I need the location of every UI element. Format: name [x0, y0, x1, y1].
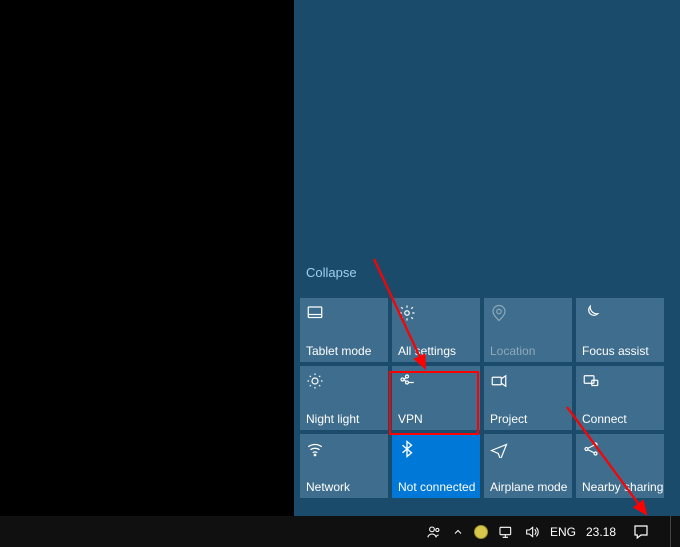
tile-label: Airplane mode — [490, 480, 566, 494]
moon-icon — [582, 304, 600, 322]
tile-connect[interactable]: Connect — [576, 366, 664, 430]
tile-label: Focus assist — [582, 344, 658, 358]
tile-all-settings[interactable]: All settings — [392, 298, 480, 362]
volume-tray-icon[interactable] — [524, 524, 540, 540]
share-icon — [582, 440, 600, 458]
connect-icon — [582, 372, 600, 390]
action-center-panel: Collapse Tablet mode All settings Location… — [294, 0, 680, 516]
tile-label: Project — [490, 412, 566, 426]
tray-status-icon[interactable] — [474, 525, 488, 539]
action-center-button[interactable] — [626, 523, 656, 541]
network-tray-icon[interactable] — [498, 524, 514, 540]
show-desktop-button[interactable] — [670, 516, 676, 547]
tile-label: Tablet mode — [306, 344, 382, 358]
collapse-link[interactable]: Collapse — [294, 265, 680, 280]
tile-label: All settings — [398, 344, 474, 358]
language-indicator[interactable]: ENG — [550, 525, 576, 539]
wifi-icon — [306, 440, 324, 458]
tray-chevron-icon[interactable] — [452, 526, 464, 538]
vpn-icon — [398, 372, 416, 390]
tablet-icon — [306, 304, 324, 322]
location-icon — [490, 304, 508, 322]
project-icon — [490, 372, 508, 390]
people-icon[interactable] — [426, 524, 442, 540]
tile-label: Connect — [582, 412, 658, 426]
tile-label: VPN — [398, 412, 474, 426]
tile-vpn[interactable]: VPN — [392, 366, 480, 430]
tile-nearby-sharing[interactable]: Nearby sharing — [576, 434, 664, 498]
tile-label: Night light — [306, 412, 382, 426]
tile-label: Not connected — [398, 480, 474, 494]
tile-tablet-mode[interactable]: Tablet mode — [300, 298, 388, 362]
tile-label: Nearby sharing — [582, 480, 658, 494]
tile-focus-assist[interactable]: Focus assist — [576, 298, 664, 362]
quick-actions-grid: Tablet mode All settings Location Focus ass… — [294, 298, 680, 504]
tile-project[interactable]: Project — [484, 366, 572, 430]
tile-location[interactable]: Location — [484, 298, 572, 362]
tile-night-light[interactable]: Night light — [300, 366, 388, 430]
tile-label: Location — [490, 344, 566, 358]
bluetooth-icon — [398, 440, 416, 458]
sun-icon — [306, 372, 324, 390]
clock[interactable]: 23.18 — [586, 525, 616, 539]
tile-airplane-mode[interactable]: Airplane mode — [484, 434, 572, 498]
airplane-icon — [490, 440, 508, 458]
taskbar: ENG 23.18 — [0, 516, 680, 547]
screenshot-root: Collapse Tablet mode All settings Location… — [0, 0, 680, 547]
gear-icon — [398, 304, 416, 322]
tile-label: Network — [306, 480, 382, 494]
tile-network[interactable]: Network — [300, 434, 388, 498]
tile-bluetooth[interactable]: Not connected — [392, 434, 480, 498]
